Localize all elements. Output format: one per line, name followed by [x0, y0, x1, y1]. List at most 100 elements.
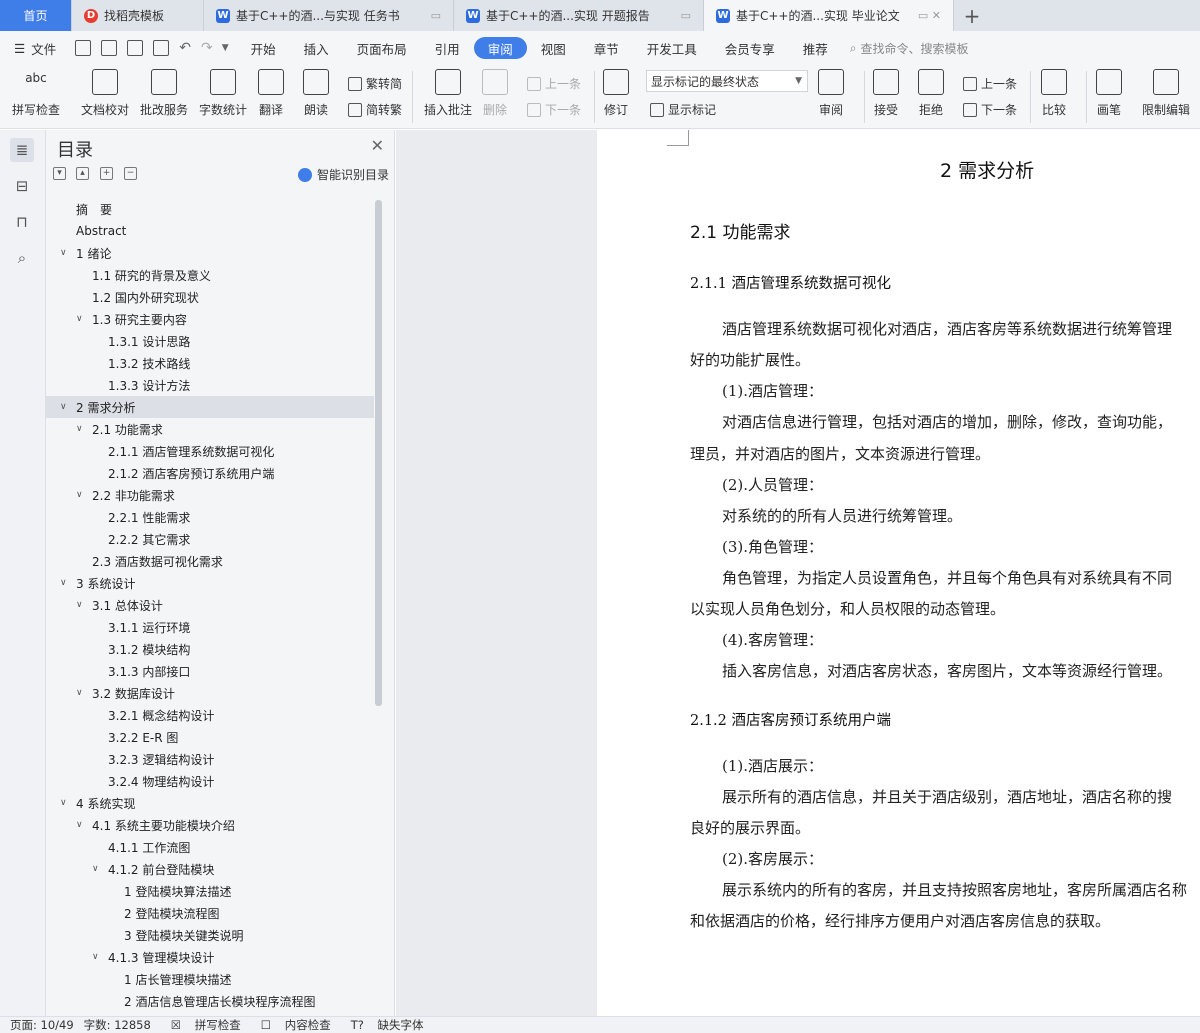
- toc-entry[interactable]: 3.1.1 运行环境: [46, 616, 376, 638]
- collapse-up-icon[interactable]: ▴: [76, 167, 89, 180]
- file-menu[interactable]: ☰ 文件: [0, 37, 70, 59]
- toc-icon[interactable]: ≣: [10, 138, 34, 162]
- close-icon[interactable]: ▭ ✕: [918, 9, 941, 22]
- toc-entry[interactable]: ∨ 3 系统设计: [46, 572, 376, 594]
- next-change-button[interactable]: 下一条: [963, 101, 1017, 118]
- bookmark-icon[interactable]: ⊓: [10, 210, 34, 234]
- prev-comment-button[interactable]: 上一条: [527, 75, 581, 92]
- tab-task-book[interactable]: W 基于C++的酒...与实现 任务书 ▭: [204, 0, 454, 31]
- toc-entry[interactable]: 1.3.3 设计方法: [46, 374, 376, 396]
- menu-view[interactable]: 视图: [527, 37, 580, 59]
- pen-button[interactable]: 画笔: [1096, 69, 1122, 118]
- tab-proposal[interactable]: W 基于C++的酒...实现 开题报告 ▭: [454, 0, 704, 31]
- restrict-edit-button[interactable]: 限制编辑: [1142, 69, 1190, 118]
- chevron-down-icon[interactable]: ∨: [92, 952, 104, 962]
- chevron-down-icon[interactable]: ∨: [76, 688, 88, 698]
- compare-button[interactable]: 比较: [1041, 69, 1067, 118]
- to-traditional-button[interactable]: 繁转简: [348, 75, 402, 92]
- toc-entry[interactable]: 4.1.1 工作流图: [46, 836, 376, 858]
- toc-entry[interactable]: 2 酒店信息管理店长模块程序流程图: [46, 990, 376, 1012]
- chevron-down-icon[interactable]: ∨: [76, 314, 88, 324]
- toc-entry[interactable]: 1.1 研究的背景及意义: [46, 264, 376, 286]
- prev-change-button[interactable]: 上一条: [963, 75, 1017, 92]
- toc-entry[interactable]: 2.1.1 酒店管理系统数据可视化: [46, 440, 376, 462]
- toc-entry[interactable]: 3.1.3 内部接口: [46, 660, 376, 682]
- export-pdf-icon[interactable]: [101, 40, 118, 56]
- chevron-down-icon[interactable]: ∨: [76, 600, 88, 610]
- word-count-button[interactable]: 字数统计: [199, 69, 247, 118]
- toc-entry[interactable]: ∨ 2 需求分析: [46, 396, 374, 418]
- toc-entry[interactable]: ∨ 4.1 系统主要功能模块介绍: [46, 814, 376, 836]
- command-search[interactable]: ⌕ 查找命令、搜索模板: [850, 40, 969, 57]
- page-indicator[interactable]: 页面: 10/49: [10, 1017, 74, 1033]
- toc-entry[interactable]: 3.2.1 概念结构设计: [46, 704, 376, 726]
- delete-comment-button[interactable]: 删除: [482, 69, 508, 118]
- tab-docer[interactable]: D 找稻壳模板: [72, 0, 204, 31]
- reject-button[interactable]: 拒绝: [918, 69, 944, 118]
- toc-entry[interactable]: 3.2.3 逻辑结构设计: [46, 748, 376, 770]
- chevron-down-icon[interactable]: ∨: [60, 248, 72, 258]
- menu-member[interactable]: 会员专享: [711, 37, 789, 59]
- next-comment-button[interactable]: 下一条: [527, 101, 581, 118]
- chevron-down-icon[interactable]: ∨: [92, 864, 104, 874]
- toc-entry[interactable]: 3.2.2 E-R 图: [46, 726, 376, 748]
- chevron-down-icon[interactable]: ▼: [222, 43, 229, 53]
- redo-icon[interactable]: ↷: [201, 40, 213, 56]
- print-icon[interactable]: [127, 40, 144, 56]
- menu-recommend[interactable]: 推荐: [789, 37, 842, 59]
- toc-entry[interactable]: ∨ 4.1.2 前台登陆模块: [46, 858, 376, 880]
- toc-entry[interactable]: 1.3.1 设计思路: [46, 330, 376, 352]
- toc-entry[interactable]: ∨ 3.2 数据库设计: [46, 682, 376, 704]
- content-check-status[interactable]: ☐ 内容检查: [251, 1017, 331, 1033]
- toc-entry[interactable]: 2.2.1 性能需求: [46, 506, 376, 528]
- save-icon[interactable]: [75, 40, 92, 56]
- toc-entry[interactable]: ∨ 4.1.3 管理模块设计: [46, 946, 376, 968]
- toc-entry[interactable]: 3.2.4 物理结构设计: [46, 770, 376, 792]
- toc-entry[interactable]: 摘 要: [46, 198, 376, 220]
- menu-start[interactable]: 开始: [237, 37, 290, 59]
- menu-page-layout[interactable]: 页面布局: [343, 37, 421, 59]
- menu-review[interactable]: 审阅: [473, 37, 527, 59]
- search-icon[interactable]: ⌕: [10, 246, 34, 270]
- collapse-all-icon[interactable]: −: [124, 167, 137, 180]
- toc-entry[interactable]: 1.3.2 技术路线: [46, 352, 376, 374]
- toc-entry[interactable]: Abstract: [46, 220, 376, 242]
- toc-entry[interactable]: ∨ 4 系统实现: [46, 792, 376, 814]
- read-aloud-button[interactable]: 朗读: [303, 69, 329, 118]
- menu-references[interactable]: 引用: [421, 37, 474, 59]
- screen-icon[interactable]: ▭: [681, 9, 691, 22]
- review-pane-button[interactable]: 审阅: [818, 69, 844, 118]
- missing-font-status[interactable]: T? 缺失字体: [341, 1017, 424, 1033]
- smart-toc-button[interactable]: 智能识别目录: [297, 166, 389, 183]
- accept-button[interactable]: 接受: [873, 69, 899, 118]
- toc-entry[interactable]: 1 店长管理模块描述: [46, 968, 376, 990]
- toc-entry[interactable]: ∨ 1.3 研究主要内容: [46, 308, 376, 330]
- insert-comment-button[interactable]: 插入批注: [424, 69, 472, 118]
- spellcheck-button[interactable]: abc 拼写检查: [12, 69, 60, 118]
- show-marks-button[interactable]: 显示标记: [650, 101, 716, 118]
- toc-entry[interactable]: ∨ 3.1 总体设计: [46, 594, 376, 616]
- doc-proof-button[interactable]: 文档校对: [81, 69, 129, 118]
- close-icon[interactable]: ✕: [371, 136, 384, 155]
- toc-entry[interactable]: ∨ 2.2 非功能需求: [46, 484, 376, 506]
- expand-down-icon[interactable]: ▾: [53, 167, 66, 180]
- toc-entry[interactable]: 2.1.2 酒店客房预订系统用户端: [46, 462, 376, 484]
- toc-entry[interactable]: ∨ 2.1 功能需求: [46, 418, 376, 440]
- toc-entry[interactable]: 1.2 国内外研究现状: [46, 286, 376, 308]
- screen-icon[interactable]: ▭: [431, 9, 441, 22]
- menu-chapter[interactable]: 章节: [580, 37, 633, 59]
- translate-button[interactable]: 翻译: [258, 69, 284, 118]
- chevron-down-icon[interactable]: ∨: [76, 490, 88, 500]
- print-preview-icon[interactable]: [153, 40, 170, 56]
- mark-state-select[interactable]: 显示标记的最终状态 ▼: [646, 70, 808, 92]
- chevron-down-icon[interactable]: ∨: [60, 578, 72, 588]
- toc-entry[interactable]: 1 登陆模块算法描述: [46, 880, 376, 902]
- to-simplified-button[interactable]: 简转繁: [348, 101, 402, 118]
- document-page[interactable]: 2 需求分析 2.1 功能需求 2.1.1 酒店管理系统数据可视化 酒店管理系统…: [597, 130, 1200, 1016]
- revise-button[interactable]: 修订: [603, 69, 629, 118]
- tab-home[interactable]: 首页: [0, 0, 72, 31]
- toc-entry[interactable]: 3.1.2 模块结构: [46, 638, 376, 660]
- chevron-down-icon[interactable]: ∨: [76, 820, 88, 830]
- menu-developer[interactable]: 开发工具: [633, 37, 711, 59]
- spellcheck-status[interactable]: ☒ 拼写检查: [161, 1017, 241, 1033]
